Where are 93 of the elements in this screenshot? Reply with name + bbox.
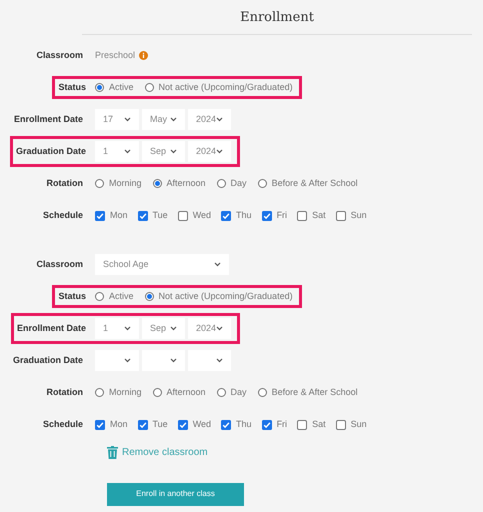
field-label: Schedule <box>42 208 84 222</box>
radio-label: Not active (Upcoming/Graduated) <box>158 80 293 94</box>
dropdown[interactable]: 2024 <box>188 109 231 130</box>
checkbox[interactable] <box>138 210 148 220</box>
chevron-down-icon <box>170 326 177 331</box>
field-label: Enrollment Date <box>14 112 84 126</box>
radio-button[interactable] <box>258 388 267 397</box>
field-label: Graduation Date <box>10 136 95 167</box>
radio-label: Active <box>109 80 134 94</box>
radio-label: Afternoon <box>166 176 206 190</box>
checkbox[interactable] <box>336 420 346 430</box>
page-title: Enrollment <box>240 9 314 27</box>
radio-button[interactable] <box>95 388 104 397</box>
checkbox-label: Thu <box>236 208 252 222</box>
checkbox-label: Mon <box>110 208 128 222</box>
checkbox[interactable] <box>178 210 188 220</box>
checkbox-label: Tue <box>152 418 168 431</box>
radio-button[interactable] <box>258 179 267 188</box>
dropdown[interactable]: May <box>142 109 185 130</box>
checkbox[interactable] <box>221 210 232 220</box>
chevron-down-icon <box>170 149 177 154</box>
radio-label: Active <box>109 290 134 303</box>
chevron-down-icon <box>214 262 221 267</box>
radio-label: Before & After School <box>272 176 358 190</box>
remove-classroom-link[interactable]: Remove classroom <box>122 444 208 460</box>
checkbox-label: Sun <box>350 208 367 222</box>
radio-label: Morning <box>109 176 142 190</box>
radio-label: Before & After School <box>272 386 358 399</box>
checkbox[interactable] <box>262 420 272 430</box>
radio-button[interactable] <box>95 292 104 301</box>
checkbox-label: Sun <box>350 418 367 431</box>
chevron-down-icon <box>124 326 131 331</box>
checkbox-label: Sat <box>312 418 326 431</box>
dropdown[interactable]: 17 <box>95 109 139 130</box>
checkbox-label: Thu <box>236 418 252 431</box>
radio-button[interactable] <box>216 388 226 397</box>
dropdown[interactable]: 2024 <box>188 141 231 162</box>
checkbox[interactable] <box>297 210 308 220</box>
radio-button[interactable] <box>95 179 104 188</box>
checkbox[interactable] <box>95 420 105 430</box>
checkbox-label: Fri <box>276 208 288 222</box>
radio-button[interactable] <box>152 179 162 188</box>
checkbox[interactable] <box>178 420 188 430</box>
field-label: Status <box>52 76 95 100</box>
checkbox-label: Mon <box>110 418 128 431</box>
radio-button[interactable] <box>95 83 104 92</box>
field-label: Rotation <box>46 386 84 399</box>
field-label: Schedule <box>42 418 84 431</box>
checkbox[interactable] <box>221 420 232 430</box>
checkbox-label: Wed <box>192 208 212 222</box>
radio-button[interactable] <box>152 388 162 397</box>
dropdown[interactable]: 1 <box>95 141 139 162</box>
chevron-down-icon <box>216 326 224 331</box>
chevron-down-icon <box>216 358 223 363</box>
checkbox[interactable] <box>297 420 308 430</box>
radio-label: Morning <box>109 386 142 399</box>
dropdown[interactable]: Sep <box>142 318 185 339</box>
enroll-button[interactable]: Enroll in another class <box>107 482 244 506</box>
field-label: Enrollment Date <box>10 313 95 344</box>
chevron-down-icon <box>170 117 177 122</box>
radio-label: Day <box>230 386 247 399</box>
chevron-down-icon <box>124 149 131 154</box>
classroom-value: Preschool <box>95 48 136 62</box>
chevron-down-icon <box>216 149 224 154</box>
chevron-down-icon <box>124 358 131 363</box>
checkbox[interactable] <box>336 210 346 220</box>
field-label: Status <box>52 284 95 308</box>
radio-button[interactable] <box>216 179 226 188</box>
checkbox-label: Fri <box>276 418 288 431</box>
classroom-dropdown[interactable]: School Age <box>95 254 229 275</box>
radio-label: Afternoon <box>166 386 206 399</box>
dropdown[interactable]: 1 <box>95 318 139 339</box>
checkbox[interactable] <box>138 420 148 430</box>
chevron-down-icon <box>216 117 224 122</box>
dropdown[interactable]: 2024 <box>188 318 231 339</box>
dropdown[interactable]: Sep <box>142 141 185 162</box>
field-label: Graduation Date <box>12 354 84 367</box>
chevron-down-icon <box>170 358 177 363</box>
trash-icon <box>107 446 118 458</box>
chevron-down-icon <box>124 117 131 122</box>
checkbox-label: Tue <box>152 208 168 222</box>
radio-button[interactable] <box>144 292 154 301</box>
checkbox[interactable] <box>95 210 105 220</box>
radio-label: Day <box>230 176 247 190</box>
info-icon[interactable] <box>139 51 148 60</box>
checkbox-label: Wed <box>192 418 212 431</box>
field-label: Rotation <box>46 176 84 190</box>
checkbox-label: Sat <box>312 208 326 222</box>
field-label: Classroom <box>36 258 84 271</box>
radio-button[interactable] <box>144 83 154 92</box>
checkbox[interactable] <box>262 210 272 220</box>
field-label: Classroom <box>36 48 84 62</box>
radio-label: Not active (Upcoming/Graduated) <box>158 290 293 303</box>
